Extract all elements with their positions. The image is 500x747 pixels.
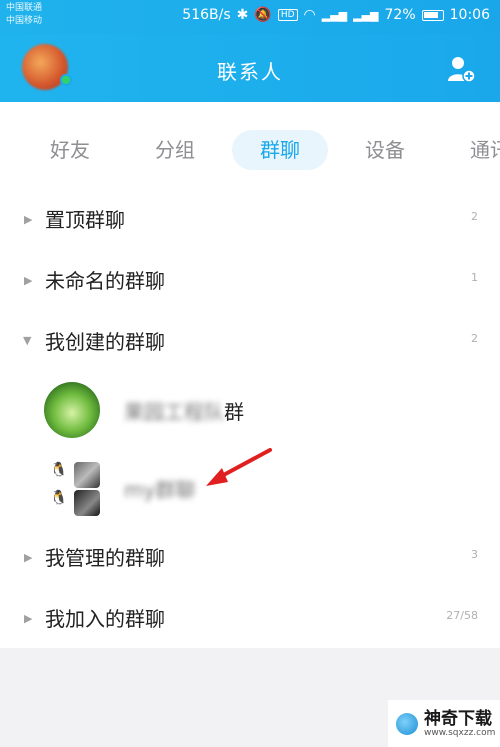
app-header: 联系人 <box>0 34 500 102</box>
bluetooth-icon: ✱ <box>236 7 249 23</box>
watermark-logo-icon <box>396 712 418 735</box>
annotation-arrow-icon <box>206 448 272 486</box>
battery-icon <box>421 9 444 21</box>
group-section-managed[interactable]: ▶ 我管理的群聊 3 <box>0 538 500 578</box>
collapsed-arrow-icon: ▶ <box>24 612 33 625</box>
signal-icon-2: ▂▄▆ <box>353 8 379 22</box>
hd-icon: HD <box>277 9 298 21</box>
member-photo <box>74 490 100 516</box>
tab-group-chats[interactable]: 群聊 <box>232 130 328 170</box>
group-section-count: 27/58 <box>446 609 478 622</box>
tab-groups-category[interactable]: 分组 <box>155 130 195 170</box>
group-section-count: 1 <box>471 271 478 284</box>
battery-level: 72% <box>384 7 416 23</box>
group-section-count: 3 <box>471 548 478 561</box>
group-section-label: 我管理的群聊 <box>45 546 165 570</box>
clock: 10:06 <box>449 7 490 23</box>
status-bar: 中国联通 中国移动 516B/s ✱ 🔕 HD ◠ ▂▄▆ ▂▄▆ 72% 10… <box>0 0 500 34</box>
group-section-label: 我加入的群聊 <box>45 607 165 631</box>
group-avatar: 🐧 🐧 <box>44 460 100 516</box>
wifi-icon: ◠ <box>303 7 316 23</box>
group-section-created[interactable]: ▼ 我创建的群聊 2 <box>0 322 500 362</box>
group-section-label: 未命名的群聊 <box>45 269 165 293</box>
group-section-unnamed[interactable]: ▶ 未命名的群聊 1 <box>0 261 500 301</box>
expanded-arrow-icon: ▼ <box>23 334 32 347</box>
group-chat-name: 果园工程队群 <box>124 396 244 425</box>
network-speed: 516B/s <box>182 7 231 23</box>
carrier-info: 中国联通 中国移动 <box>6 2 42 28</box>
group-section-count: 2 <box>471 332 478 345</box>
group-chat-name-suffix: 群聊 <box>155 478 196 502</box>
page-title: 联系人 <box>217 60 283 84</box>
collapsed-arrow-icon: ▶ <box>24 213 33 226</box>
group-chat-item[interactable]: 果园工程队群 <box>0 382 500 438</box>
watermark-brand: 神奇下载 <box>424 708 492 729</box>
add-contact-icon[interactable] <box>446 54 476 84</box>
group-section-count: 2 <box>471 210 478 223</box>
carrier-line-1: 中国联通 <box>6 3 43 13</box>
group-avatar <box>44 382 100 438</box>
watermark-url: www.sqxzz.com <box>424 727 496 738</box>
group-section-label: 置顶群聊 <box>45 208 125 232</box>
group-chat-name-blurred: 果园工程队 <box>124 400 224 424</box>
group-section-pinned[interactable]: ▶ 置顶群聊 2 <box>0 200 500 240</box>
group-chat-name-blurred: my <box>124 478 156 502</box>
group-section-joined[interactable]: ▶ 我加入的群聊 27/58 <box>0 599 500 639</box>
member-photo <box>74 462 100 488</box>
qq-penguin-icon: 🐧 <box>50 462 68 478</box>
group-chat-name-suffix: 群 <box>224 400 244 424</box>
signal-icon: ▂▄▆ <box>321 8 348 22</box>
status-icons: 516B/s ✱ 🔕 HD ◠ ▂▄▆ ▂▄▆ 72% 10:06 <box>182 7 490 23</box>
empty-footer-area: 神奇下载 www.sqxzz.com <box>0 648 500 747</box>
group-section-label: 我创建的群聊 <box>45 330 165 354</box>
collapsed-arrow-icon: ▶ <box>24 274 33 287</box>
collapsed-arrow-icon: ▶ <box>24 551 33 564</box>
group-chat-name: my群聊 <box>124 474 195 503</box>
carrier-line-2: 中国移动 <box>6 16 43 26</box>
tab-friends[interactable]: 好友 <box>50 130 90 170</box>
qq-penguin-icon: 🐧 <box>50 490 68 506</box>
tab-devices[interactable]: 设备 <box>365 130 405 170</box>
mute-icon: 🔕 <box>254 7 272 23</box>
site-watermark: 神奇下载 www.sqxzz.com <box>388 700 500 747</box>
contact-tabs: 好友 分组 群聊 设备 通讯 <box>0 130 500 170</box>
tab-address-book[interactable]: 通讯 <box>470 130 500 170</box>
contacts-panel: 好友 分组 群聊 设备 通讯 ▶ 置顶群聊 2 ▶ 未命名的群聊 1 ▼ 我创建… <box>0 102 500 648</box>
